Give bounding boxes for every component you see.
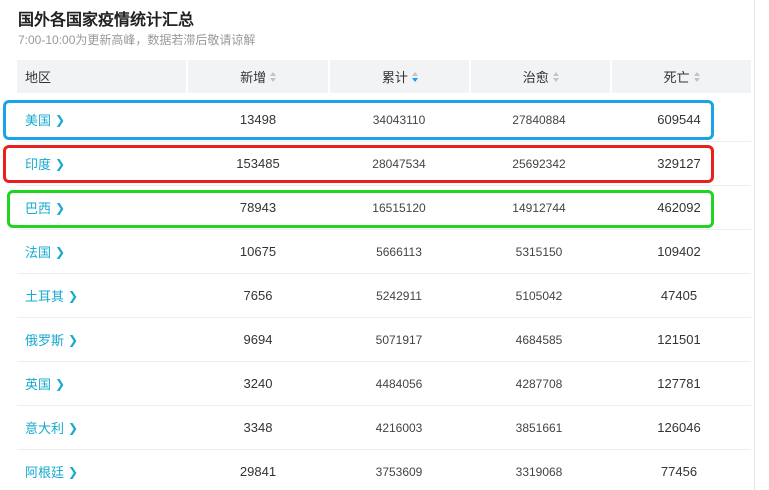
chevron-right-icon: ❯: [55, 244, 66, 259]
total-cases-cell: 28047534: [372, 156, 426, 171]
deaths-cell: 462092: [657, 200, 701, 215]
region-link[interactable]: 土耳其 ❯: [17, 286, 187, 305]
column-header-label: 新增: [240, 70, 267, 85]
region-link[interactable]: 巴西 ❯: [17, 198, 187, 217]
table-row: 英国 ❯ 3240 4484056 4287708 127781: [17, 362, 751, 406]
sort-icon[interactable]: [693, 71, 700, 82]
total-cases-cell: 5666113: [376, 244, 422, 259]
deaths-cell: 109402: [657, 244, 701, 259]
total-cases-cell: 16515120: [372, 200, 426, 215]
table-row: 土耳其 ❯ 7656 5242911 5105042 47405: [17, 274, 751, 318]
table-row: 阿根廷 ❯ 29841 3753609 3319068 77456: [17, 450, 751, 490]
region-link[interactable]: 意大利 ❯: [17, 418, 187, 437]
total-cases-cell: 34043110: [372, 112, 426, 127]
column-header-new[interactable]: 新增: [187, 60, 329, 93]
cured-cell: 14912744: [512, 200, 566, 215]
chevron-right-icon: ❯: [55, 156, 66, 171]
table-row: 俄罗斯 ❯ 9694 5071917 4684585 121501: [17, 318, 751, 362]
new-cases-cell: 3240: [243, 376, 273, 391]
deaths-cell: 127781: [657, 376, 701, 391]
total-cases-cell: 5071917: [375, 332, 423, 347]
chevron-right-icon: ❯: [55, 200, 66, 215]
new-cases-cell: 9694: [243, 332, 273, 347]
region-link[interactable]: 美国 ❯: [17, 110, 187, 129]
new-cases-cell: 153485: [236, 156, 280, 171]
page-subtitle: 7:00-10:00为更新高峰，数据若滞后敬请谅解: [18, 33, 256, 47]
new-cases-cell: 13498: [239, 112, 277, 127]
region-link[interactable]: 英国 ❯: [17, 374, 187, 393]
deaths-cell: 77456: [660, 464, 698, 479]
column-header-total[interactable]: 累计: [330, 60, 470, 93]
deaths-cell: 609544: [657, 112, 701, 127]
column-header-label: 死亡: [663, 70, 690, 85]
new-cases-cell: 10675: [239, 244, 277, 259]
page: 国外各国家疫情统计汇总 7:00-10:00为更新高峰，数据若滞后敬请谅解 地区…: [0, 0, 769, 490]
column-header-deaths[interactable]: 死亡: [612, 60, 752, 93]
cured-cell: 3851661: [515, 420, 563, 435]
chevron-right-icon: ❯: [68, 332, 79, 347]
total-cases-cell: 4484056: [375, 376, 423, 391]
deaths-cell: 121501: [657, 332, 701, 347]
new-cases-cell: 78943: [239, 200, 277, 215]
table-row: 印度 ❯ 153485 28047534 25692342 329127: [17, 142, 751, 186]
chevron-right-icon: ❯: [68, 420, 79, 435]
column-header-label: 治愈: [522, 70, 549, 85]
cured-cell: 4287708: [515, 376, 563, 391]
column-header-label: 地区: [25, 70, 52, 85]
total-cases-cell: 5242911: [376, 288, 422, 303]
chevron-right-icon: ❯: [68, 464, 79, 479]
table-row: 法国 ❯ 10675 5666113 5315150 109402: [17, 230, 751, 274]
cured-cell: 27840884: [512, 112, 566, 127]
column-header-label: 累计: [381, 70, 408, 85]
total-cases-cell: 3753609: [375, 464, 423, 479]
deaths-cell: 126046: [657, 420, 701, 435]
chevron-right-icon: ❯: [55, 376, 66, 391]
table-row: 意大利 ❯ 3348 4216003 3851661 126046: [17, 406, 751, 450]
chevron-right-icon: ❯: [68, 288, 79, 303]
cured-cell: 5315150: [515, 244, 563, 259]
region-link[interactable]: 法国 ❯: [17, 242, 187, 261]
sort-icon[interactable]: [552, 71, 559, 82]
sort-icon[interactable]: [270, 71, 277, 82]
panel-divider: [754, 0, 755, 490]
region-link[interactable]: 俄罗斯 ❯: [17, 330, 187, 349]
cured-cell: 3319068: [515, 464, 563, 479]
deaths-cell: 47405: [660, 288, 698, 303]
table-body: 美国 ❯ 13498 34043110 27840884 609544 印度 ❯ 1…: [17, 98, 751, 490]
region-link[interactable]: 阿根廷 ❯: [17, 462, 187, 481]
sort-icon[interactable]: [411, 71, 418, 82]
column-header-region: 地区: [17, 60, 186, 93]
new-cases-cell: 3348: [243, 420, 273, 435]
chevron-right-icon: ❯: [55, 112, 66, 127]
cured-cell: 25692342: [512, 156, 566, 171]
total-cases-cell: 4216003: [375, 420, 423, 435]
cured-cell: 5105042: [515, 288, 563, 303]
table-header: 地区 新增 累计 治愈 死亡: [17, 60, 752, 93]
cured-cell: 4684585: [515, 332, 563, 347]
column-header-cured[interactable]: 治愈: [471, 60, 611, 93]
deaths-cell: 329127: [657, 156, 701, 171]
new-cases-cell: 29841: [239, 464, 277, 479]
region-link[interactable]: 印度 ❯: [17, 154, 187, 173]
table-row: 美国 ❯ 13498 34043110 27840884 609544: [17, 98, 751, 142]
table-row: 巴西 ❯ 78943 16515120 14912744 462092: [17, 186, 751, 230]
page-title: 国外各国家疫情统计汇总: [18, 12, 195, 29]
new-cases-cell: 7656: [243, 288, 273, 303]
